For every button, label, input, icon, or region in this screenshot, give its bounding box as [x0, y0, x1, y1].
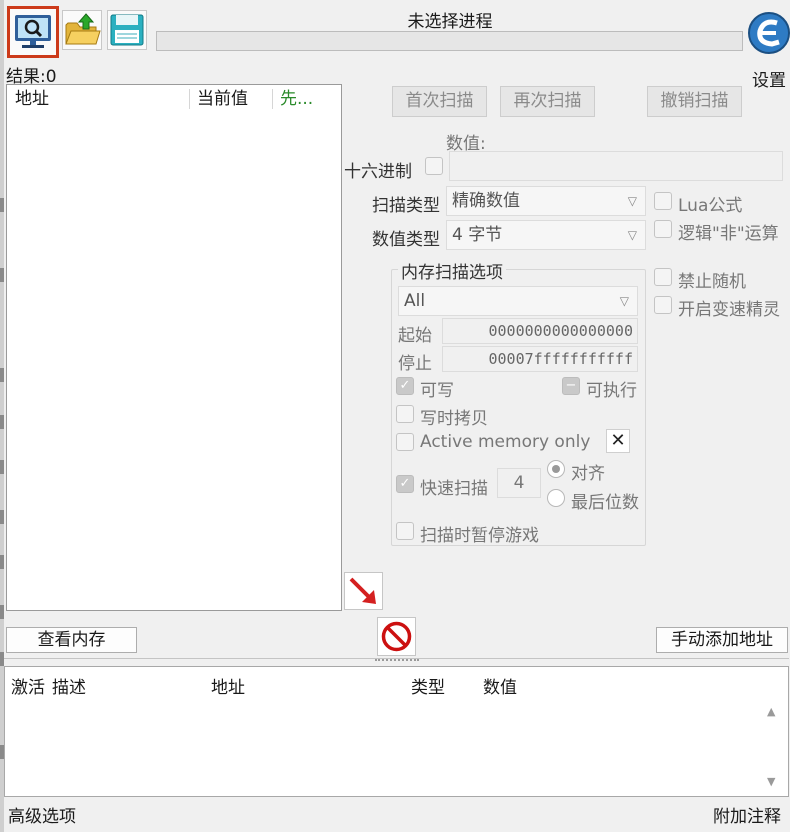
- fast-scan-alignment-input[interactable]: 4: [497, 468, 541, 498]
- copy-on-write-checkbox[interactable]: [396, 405, 414, 423]
- value-input[interactable]: [449, 151, 783, 181]
- writable-label: 可写: [420, 381, 454, 401]
- clear-list-button[interactable]: [377, 617, 416, 656]
- value-type-label: 数值类型: [372, 230, 440, 250]
- pause-game-label: 扫描时暂停游戏: [420, 526, 539, 546]
- column-separator: [189, 89, 190, 109]
- floppy-disk-icon: [110, 14, 144, 46]
- scroll-up-icon[interactable]: ▲: [767, 705, 775, 718]
- executable-checkbox[interactable]: −: [562, 377, 580, 395]
- scroll-down-icon[interactable]: ▼: [767, 775, 775, 788]
- advanced-options-link[interactable]: 高级选项: [8, 802, 76, 827]
- fast-scan-checkbox[interactable]: ✓: [396, 475, 414, 493]
- hex-label: 十六进制: [344, 162, 412, 182]
- scan-type-select[interactable]: 精确数值 ▽: [446, 186, 646, 216]
- chevron-down-icon: ▽: [627, 194, 637, 208]
- found-address-list[interactable]: 地址 当前值 先...: [6, 84, 342, 611]
- chevron-down-icon: ▽: [627, 228, 637, 242]
- active-memory-checkbox[interactable]: [396, 433, 414, 451]
- active-memory-label: Active memory only: [420, 432, 591, 452]
- cheat-engine-logo: [748, 12, 790, 54]
- scan-type-label: 扫描类型: [372, 196, 440, 216]
- scan-type-value: 精确数值: [452, 191, 520, 211]
- column-header-type[interactable]: 类型: [411, 673, 445, 698]
- logical-not-checkbox[interactable]: [654, 220, 672, 238]
- window-title: 未选择进程: [407, 12, 493, 32]
- view-memory-button[interactable]: 查看内存: [6, 627, 137, 653]
- undo-scan-button[interactable]: 撤销扫描: [647, 86, 742, 117]
- alignment-radio[interactable]: [547, 460, 565, 478]
- pause-game-checkbox[interactable]: [396, 522, 414, 540]
- column-header-value[interactable]: 数值: [483, 673, 517, 698]
- column-header-active[interactable]: 激活: [11, 673, 45, 698]
- save-file-button[interactable]: [107, 10, 147, 50]
- stop-address-label: 停止: [398, 354, 432, 374]
- copy-on-write-label: 写时拷贝: [420, 409, 488, 429]
- last-digits-label: 最后位数: [571, 493, 639, 513]
- next-scan-button[interactable]: 再次扫描: [500, 86, 595, 117]
- column-separator: [272, 89, 273, 109]
- close-icon[interactable]: ✕: [606, 429, 630, 453]
- chevron-down-icon: ▽: [619, 294, 629, 308]
- open-file-button[interactable]: [62, 10, 102, 50]
- alignment-label: 对齐: [571, 464, 605, 484]
- memory-scan-options-title: 内存扫描选项: [398, 258, 506, 283]
- first-scan-button[interactable]: 首次扫描: [392, 86, 487, 117]
- vertical-scrollbar[interactable]: ▲ ▼: [764, 695, 782, 795]
- cheat-table-list[interactable]: 激活 描述 地址 类型 数值 ▲ ▼: [4, 666, 789, 797]
- no-random-checkbox[interactable]: [654, 268, 672, 286]
- last-digits-radio[interactable]: [547, 489, 565, 507]
- column-header-address[interactable]: 地址: [15, 85, 49, 113]
- settings-label: 设置: [752, 71, 786, 91]
- executable-label: 可执行: [586, 381, 637, 401]
- add-to-list-button[interactable]: [344, 572, 383, 610]
- lua-formula-label: Lua公式: [678, 196, 743, 216]
- arrow-down-right-icon: [349, 577, 376, 604]
- scan-progress-bar: [156, 31, 743, 51]
- no-random-label: 禁止随机: [678, 272, 746, 292]
- table-comments-link[interactable]: 附加注释: [713, 802, 781, 827]
- settings-button[interactable]: 设置: [748, 4, 790, 91]
- open-process-button[interactable]: [7, 6, 59, 58]
- start-address-label: 起始: [398, 326, 432, 346]
- fast-scan-label: 快速扫描: [420, 479, 488, 499]
- column-header-address[interactable]: 地址: [211, 673, 245, 698]
- add-address-manually-button[interactable]: 手动添加地址: [656, 627, 788, 653]
- memory-region-select[interactable]: All ▽: [398, 286, 638, 316]
- stop-icon: [381, 621, 412, 652]
- speedhack-checkbox[interactable]: [654, 296, 672, 314]
- computer-magnifier-icon: [15, 15, 51, 48]
- start-address-input[interactable]: 0000000000000000: [442, 318, 638, 344]
- column-header-description[interactable]: 描述: [52, 673, 86, 698]
- lua-formula-checkbox[interactable]: [654, 192, 672, 210]
- column-header-value[interactable]: 当前值: [197, 85, 248, 113]
- stop-address-input[interactable]: 00007fffffffffff: [442, 346, 638, 372]
- logical-not-label: 逻辑"非"运算: [678, 224, 779, 244]
- speedhack-label: 开启变速精灵: [678, 300, 780, 320]
- hex-checkbox[interactable]: [425, 157, 443, 175]
- folder-open-icon: [65, 13, 101, 45]
- writable-checkbox[interactable]: ✓: [396, 377, 414, 395]
- memory-region-value: All: [404, 291, 426, 311]
- value-type-select[interactable]: 4 字节 ▽: [446, 220, 646, 250]
- column-header-previous[interactable]: 先...: [280, 85, 313, 113]
- splitter-grip: [375, 659, 419, 665]
- value-type-value: 4 字节: [452, 225, 503, 245]
